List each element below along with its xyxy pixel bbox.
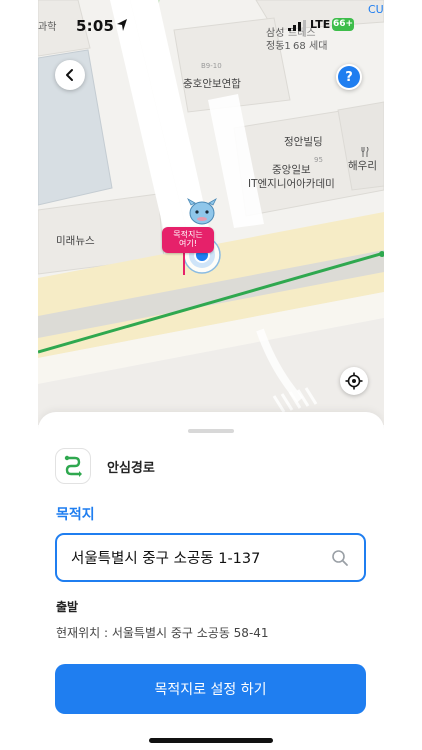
map-label: B9-10 [201, 62, 222, 70]
location-arrow-icon [117, 19, 127, 31]
home-indicator [149, 738, 273, 743]
signal-icon [288, 20, 306, 31]
destination-tag-line: 목적지는 [173, 230, 203, 239]
destination-tag: 목적지는 여기! [162, 227, 214, 253]
map-label: 충호안보연합 [183, 78, 241, 90]
status-time: 5:05 [76, 17, 115, 35]
destination-input[interactable]: 서울특별시 중구 소공동 1-137 [55, 533, 366, 582]
help-button[interactable]: ? [336, 64, 362, 90]
set-destination-button[interactable]: 목적지로 설정 하기 [55, 664, 366, 714]
current-location-button[interactable] [340, 367, 368, 395]
start-label: 출발 [56, 600, 79, 614]
status-bar: 5:05 LTE 66+ [38, 0, 384, 46]
sheet-grabber[interactable] [188, 429, 234, 433]
map-view[interactable]: 과학 CU 삼성 트레스 정동1 68 세대 B9-10 충호안보연합 정안빌딩… [38, 0, 384, 425]
network-label: LTE [310, 18, 331, 31]
question-icon: ? [338, 66, 360, 88]
map-label: 해우리 [348, 160, 377, 172]
back-button[interactable] [55, 60, 85, 90]
destination-label: 목적지 [56, 507, 95, 523]
battery-indicator: 66+ [332, 18, 354, 31]
map-label: 미래뉴스 [56, 235, 95, 247]
app-screen: 과학 CU 삼성 트레스 정동1 68 세대 B9-10 충호안보연합 정안빌딩… [38, 0, 384, 750]
map-label: 중앙일보 [272, 164, 311, 176]
crosshair-icon [345, 372, 363, 390]
bottom-sheet: 안심경로 목적지 서울특별시 중구 소공동 1-137 출발 현재위치 : 서울… [38, 412, 384, 750]
chevron-left-icon [66, 69, 73, 81]
restaurant-icon [360, 146, 370, 161]
map-label: IT엔지니어아카데미 [248, 178, 335, 190]
route-icon [55, 448, 91, 484]
destination-value: 서울특별시 중구 소공동 1-137 [71, 551, 261, 567]
start-value: 현재위치 : 서울특별시 중구 소공동 58-41 [56, 626, 269, 640]
destination-tag-line: 여기! [179, 239, 197, 249]
map-label: 정안빌딩 [284, 136, 323, 148]
map-label: 95 [314, 156, 323, 164]
search-icon[interactable] [330, 548, 350, 568]
route-title: 안심경로 [107, 460, 155, 476]
route-header: 안심경로 [55, 448, 155, 484]
route-path-glyph [64, 455, 82, 477]
